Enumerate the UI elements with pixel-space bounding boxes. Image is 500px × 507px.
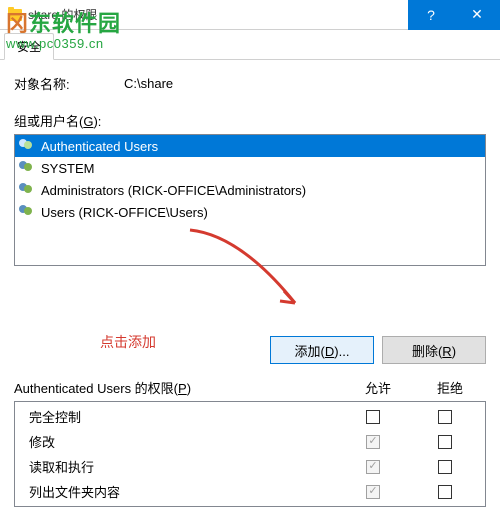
permission-name: 完全控制 <box>19 407 337 426</box>
users-icon <box>19 183 37 197</box>
add-button[interactable]: 添加(D)... <box>270 336 374 364</box>
list-item[interactable]: SYSTEM <box>15 157 485 179</box>
allow-checkbox[interactable] <box>366 410 380 424</box>
window-title: share 的权限 <box>28 6 97 23</box>
help-icon: ? <box>427 7 435 23</box>
users-icon <box>19 205 37 219</box>
list-item-label: SYSTEM <box>41 161 94 176</box>
permission-name: 读取和执行 <box>19 457 337 476</box>
remove-button[interactable]: 删除(R) <box>382 336 486 364</box>
allow-header: 允许 <box>342 378 414 397</box>
list-item[interactable]: Administrators (RICK-OFFICE\Administrato… <box>15 179 485 201</box>
permission-row: 列出文件夹内容 <box>19 479 481 504</box>
list-item-label: Administrators (RICK-OFFICE\Administrato… <box>41 183 306 198</box>
groups-listbox[interactable]: Authenticated Users SYSTEM Administrators … <box>14 134 486 266</box>
list-item-label: Users (RICK-OFFICE\Users) <box>41 205 208 220</box>
permission-row: 修改 <box>19 429 481 454</box>
permission-name: 列出文件夹内容 <box>19 482 337 501</box>
folder-icon <box>8 9 22 21</box>
allow-checkbox <box>366 460 380 474</box>
permission-row: 读取和执行 <box>19 454 481 479</box>
list-item[interactable]: Users (RICK-OFFICE\Users) <box>15 201 485 223</box>
allow-checkbox <box>366 435 380 449</box>
permission-name: 修改 <box>19 432 337 451</box>
deny-checkbox[interactable] <box>438 435 452 449</box>
titlebar: share 的权限 ? ✕ <box>0 0 500 30</box>
close-button[interactable]: ✕ <box>454 0 500 30</box>
object-name-label: 对象名称: <box>14 74 124 93</box>
allow-checkbox <box>366 485 380 499</box>
help-button[interactable]: ? <box>408 0 454 30</box>
deny-checkbox[interactable] <box>438 460 452 474</box>
list-item-label: Authenticated Users <box>41 139 158 154</box>
users-icon <box>19 139 37 153</box>
groups-label: 组或用户名(G): <box>14 111 486 130</box>
list-item[interactable]: Authenticated Users <box>15 135 485 157</box>
deny-header: 拒绝 <box>414 378 486 397</box>
object-name-value: C:\share <box>124 76 173 91</box>
tab-security[interactable]: 安全 <box>4 33 54 60</box>
permission-row: 完全控制 <box>19 404 481 429</box>
permissions-table: 完全控制修改读取和执行列出文件夹内容 <box>14 401 486 507</box>
deny-checkbox[interactable] <box>438 410 452 424</box>
object-name-row: 对象名称: C:\share <box>14 74 486 93</box>
deny-checkbox[interactable] <box>438 485 452 499</box>
close-icon: ✕ <box>471 6 483 23</box>
tab-strip: 安全 <box>0 30 500 60</box>
permissions-label: Authenticated Users 的权限(P) 允许 拒绝 <box>14 378 486 397</box>
users-icon <box>19 161 37 175</box>
annotation-text: 点击添加 <box>100 332 156 352</box>
